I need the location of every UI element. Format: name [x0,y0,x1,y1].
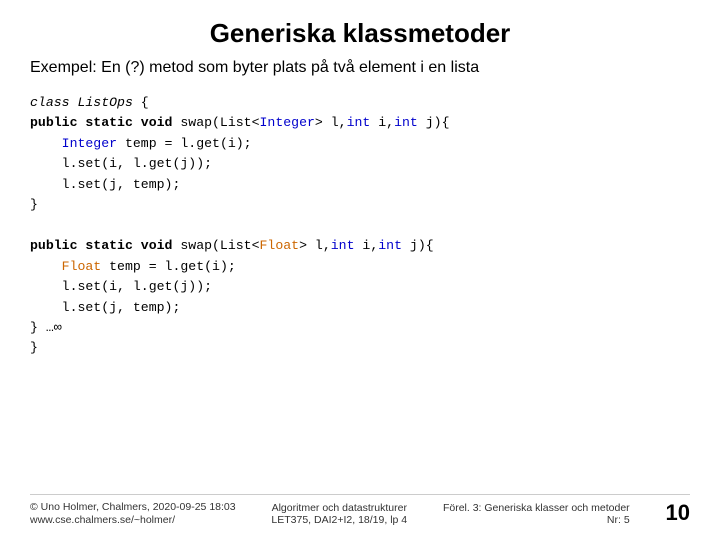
method2-line1: Float temp = l.get(i); [30,259,236,274]
method2-line2: l.set(i, l.get(j)); [30,279,212,294]
code-block: class ListOps { public static void swap(… [30,93,690,488]
footer-center: Algoritmer och datastrukturer LET375, DA… [271,502,407,526]
footer-lecture-title: Förel. 3: Generiska klasser och metoder [443,502,630,514]
method2-line3: l.set(j, temp); [30,300,180,315]
footer-url: www.cse.chalmers.se/~holmer/ [30,514,236,526]
method1-line3: l.set(j, temp); [30,177,180,192]
slide-title: Generiska klassmetoder [30,18,690,49]
method1-line2: l.set(i, l.get(j)); [30,156,212,171]
footer-right: Förel. 3: Generiska klasser och metoder … [443,502,630,526]
page-number: 10 [666,500,690,526]
slide-subtitle: Exempel: En (?) metod som byter plats på… [30,59,690,77]
footer-left: © Uno Holmer, Chalmers, 2020-09-25 18:03… [30,501,236,526]
footer-slide-nr: Nr: 5 [607,514,630,526]
footer-course-code: LET375, DAI2+I2, 18/19, lp 4 [271,514,407,526]
method1-close: } [30,197,38,212]
class-close: } [30,340,38,355]
slide: Generiska klassmetoder Exempel: En (?) m… [0,0,720,540]
method2-signature: public static void swap(List<Float> l,in… [30,238,434,253]
method1-line1: Integer temp = l.get(i); [30,136,252,151]
footer-author-date: © Uno Holmer, Chalmers, 2020-09-25 18:03 [30,501,236,513]
class-line: class ListOps { [30,95,149,110]
method1-signature: public static void swap(List<Integer> l,… [30,115,449,130]
slide-footer: © Uno Holmer, Chalmers, 2020-09-25 18:03… [30,494,690,526]
method2-close: } …∞ [30,320,62,335]
footer-course-name: Algoritmer och datastrukturer [272,502,407,514]
